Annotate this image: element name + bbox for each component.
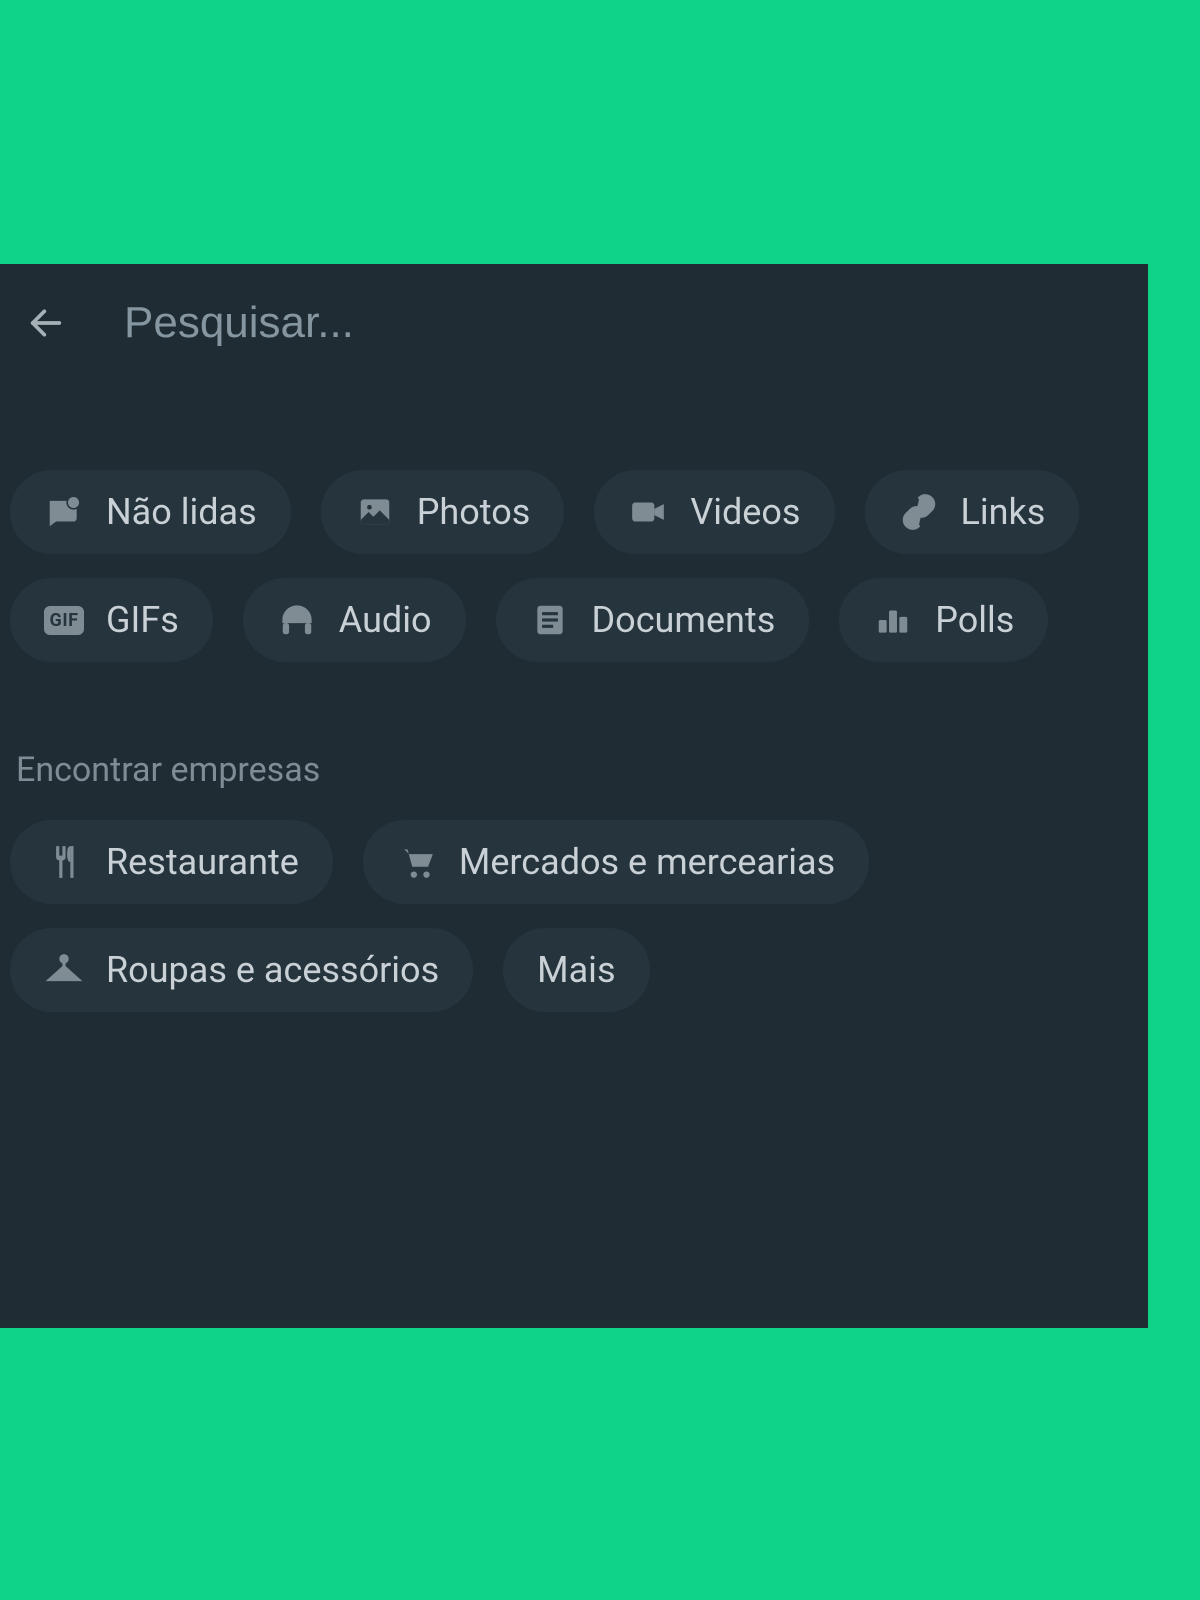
chip-label: Restaurante bbox=[106, 841, 299, 883]
filter-chip-photos[interactable]: Photos bbox=[321, 470, 565, 554]
unread-icon bbox=[44, 492, 84, 532]
chip-label: Roupas e acessórios bbox=[106, 949, 439, 991]
hanger-icon bbox=[44, 950, 84, 990]
search-input[interactable] bbox=[124, 298, 924, 348]
search-panel: Não lidas Photos bbox=[0, 264, 1148, 1328]
filter-chips-section: Não lidas Photos bbox=[0, 382, 1148, 1012]
poll-icon bbox=[873, 600, 913, 640]
filter-chip-audio[interactable]: Audio bbox=[243, 578, 466, 662]
chip-label: Mais bbox=[537, 949, 615, 991]
business-chip-more[interactable]: Mais bbox=[503, 928, 649, 1012]
business-chip-clothing[interactable]: Roupas e acessórios bbox=[10, 928, 473, 1012]
filter-chip-links[interactable]: Links bbox=[865, 470, 1080, 554]
headphones-icon bbox=[277, 600, 317, 640]
document-icon bbox=[530, 600, 570, 640]
chip-label: Mercados e mercearias bbox=[459, 841, 835, 883]
filter-chip-videos[interactable]: Videos bbox=[594, 470, 834, 554]
chip-label: Polls bbox=[935, 599, 1014, 641]
chip-label: Documents bbox=[592, 599, 776, 641]
business-chip-groceries[interactable]: Mercados e mercearias bbox=[363, 820, 869, 904]
filter-chip-polls[interactable]: Polls bbox=[839, 578, 1048, 662]
filter-chip-documents[interactable]: Documents bbox=[496, 578, 810, 662]
search-header bbox=[0, 264, 1148, 382]
businesses-chip-row: Restaurante Mercados e mercearias bbox=[10, 820, 1138, 1012]
chip-label: GIFs bbox=[106, 599, 179, 641]
back-arrow-icon[interactable] bbox=[26, 303, 66, 343]
chip-label: Photos bbox=[417, 491, 531, 533]
gif-icon: GIF bbox=[44, 600, 84, 640]
filter-chip-unread[interactable]: Não lidas bbox=[10, 470, 291, 554]
cart-icon bbox=[397, 842, 437, 882]
chip-label: Não lidas bbox=[106, 491, 257, 533]
video-icon bbox=[628, 492, 668, 532]
restaurant-icon bbox=[44, 842, 84, 882]
filter-chip-row: Não lidas Photos bbox=[10, 470, 1138, 662]
business-chip-restaurant[interactable]: Restaurante bbox=[10, 820, 333, 904]
filter-chip-gifs[interactable]: GIF GIFs bbox=[10, 578, 213, 662]
chip-label: Videos bbox=[690, 491, 800, 533]
chip-label: Links bbox=[961, 491, 1046, 533]
chip-label: Audio bbox=[339, 599, 432, 641]
link-icon bbox=[899, 492, 939, 532]
businesses-section-label: Encontrar empresas bbox=[10, 662, 1138, 820]
photo-icon bbox=[355, 492, 395, 532]
